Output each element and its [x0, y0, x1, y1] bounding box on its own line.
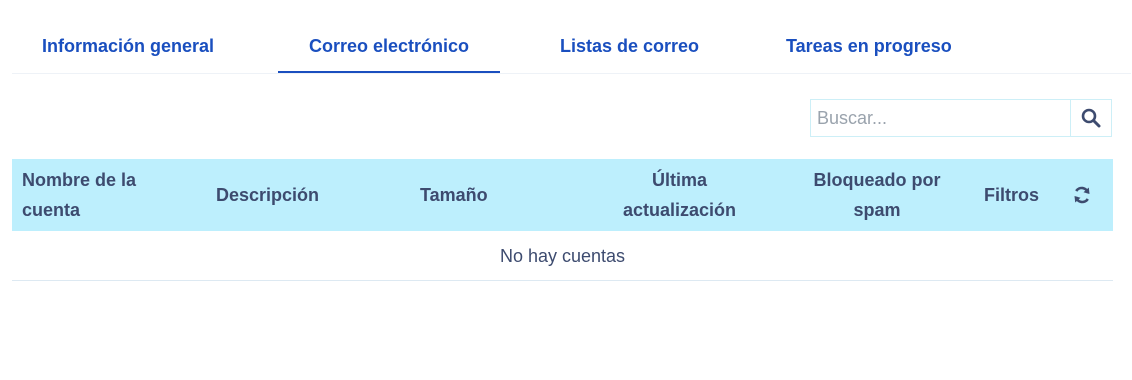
tab-informacion-general[interactable]: Información general [42, 20, 214, 73]
empty-message: No hay cuentas [12, 231, 1113, 281]
column-header-spam[interactable]: Bloqueado por spam [802, 159, 952, 231]
refresh-button[interactable] [1072, 159, 1092, 231]
tab-listas-de-correo[interactable]: Listas de correo [560, 20, 699, 73]
tab-correo-electronico[interactable]: Correo electrónico [278, 20, 500, 73]
search-button[interactable] [1070, 100, 1111, 136]
table-header: Nombre de la cuenta Descripción Tamaño Ú… [12, 159, 1113, 231]
tab-bar: Información general Correo electrónico L… [12, 20, 1131, 74]
refresh-icon [1074, 186, 1090, 204]
column-header-name[interactable]: Nombre de la cuenta [22, 159, 172, 231]
column-header-description[interactable]: Descripción [216, 159, 319, 231]
column-header-updated[interactable]: Última actualización [612, 159, 747, 231]
tab-tareas-en-progreso[interactable]: Tareas en progreso [786, 20, 952, 73]
column-header-filters[interactable]: Filtros [984, 159, 1039, 231]
search-box [810, 99, 1112, 137]
search-input[interactable] [811, 100, 1070, 136]
search-icon [1081, 108, 1101, 128]
column-header-size[interactable]: Tamaño [420, 159, 488, 231]
